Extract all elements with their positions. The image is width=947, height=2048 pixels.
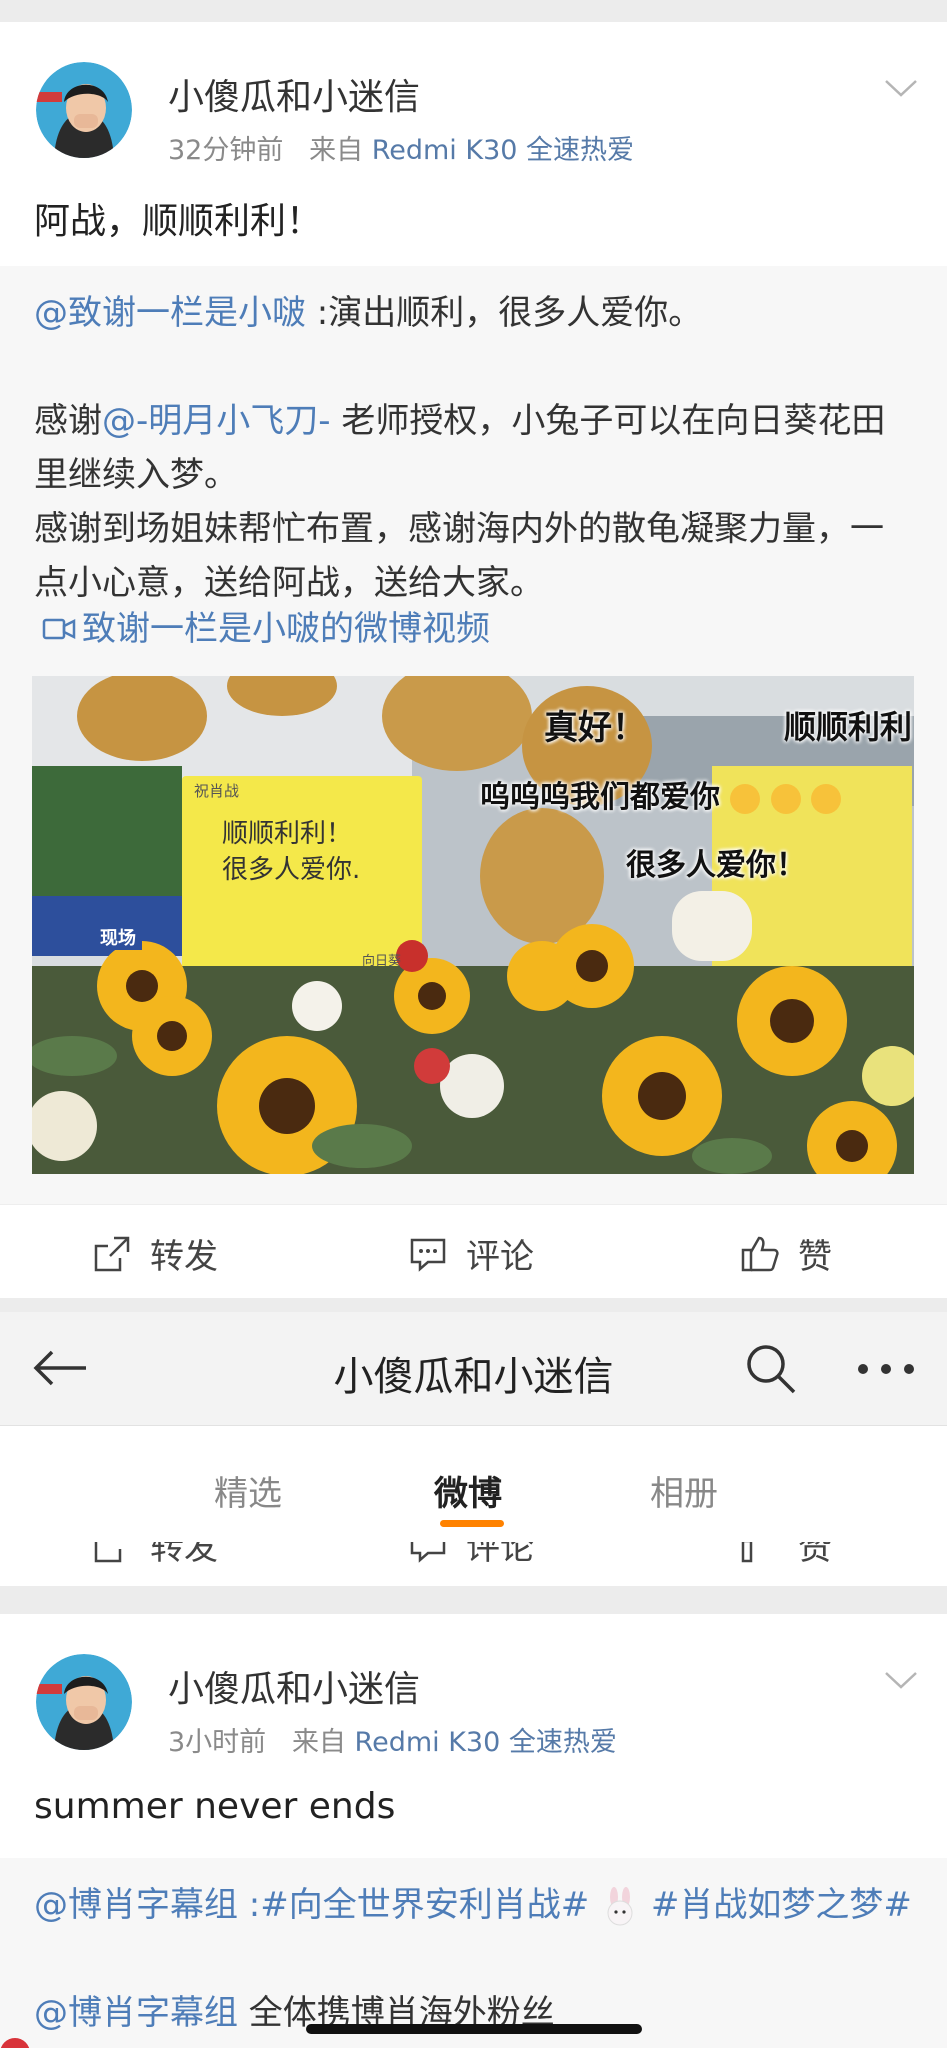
from-label: 来自 <box>309 135 364 166</box>
retweet-paragraph-2: 感谢@-明月小飞刀- 老师授权，小兔子可以在向日葵花田里继续入梦。 <box>34 394 914 502</box>
retweet-paragraph-3: 感谢到场姐妹帮忙布置，感谢海内外的散龟凝聚力量，一点小心意，送给阿战，送给大家。 <box>34 509 884 603</box>
sticker-text-1: 真好！ <box>544 708 646 748</box>
comment-label: 评论 <box>466 1237 534 1277</box>
peek-repost-label: 转发 <box>150 1542 218 1568</box>
search-icon[interactable] <box>744 1342 798 1396</box>
sticker-text-3: 呜呜呜我们都爱你 <box>480 772 842 816</box>
action-bar-1: 转发 评论 赞 <box>0 1204 947 1298</box>
post-time: 32分钟前 <box>168 135 284 166</box>
nav-bar: 小傻瓜和小迷信 <box>0 1312 947 1426</box>
mention-link[interactable]: @博肖字幕组 <box>34 1885 238 1925</box>
video-link[interactable]: 致谢一栏是小啵的微博视频 <box>42 602 490 656</box>
chevron-down-icon[interactable] <box>884 1670 918 1690</box>
hashtag-link[interactable]: :#向全世界安利肖战# <box>238 1885 600 1925</box>
bottom-fade <box>0 2036 947 2048</box>
peek-repost-button[interactable]: 转发 <box>92 1542 218 1569</box>
thumbs-up-icon <box>741 1542 753 1562</box>
post-text: summer never ends <box>34 1786 396 1827</box>
avatar[interactable] <box>36 1654 132 1750</box>
comment-icon <box>410 1238 446 1272</box>
mention-link-2[interactable]: @-明月小飞刀- <box>102 401 331 441</box>
peek-action-bar: 转发 评论 赞 <box>0 1542 947 1586</box>
thumbs-up-icon <box>741 1236 779 1271</box>
repost-button[interactable]: 转发 <box>92 1229 218 1278</box>
repost-icon <box>94 1236 130 1271</box>
retweet-block-1[interactable]: @致谢一栏是小啵 :演出顺利，很多人爱你。 感谢@-明月小飞刀- 老师授权，小兔… <box>0 266 947 1204</box>
post-time: 3小时前 <box>168 1727 267 1758</box>
video-thumbnail[interactable]: 现场 祝肖战 顺顺利利！ 很多人爱你. 向日葵 真好！ 顺顺利利 呜呜呜我们都爱… <box>32 676 914 1174</box>
author-name[interactable]: 小傻瓜和小迷信 <box>168 1660 420 1712</box>
post-meta: 32分钟前 来自 Redmi K30 全速热爱 <box>168 128 634 167</box>
retweet-block-2[interactable]: @博肖字幕组 :#向全世界安利肖战# #肖战如梦之梦# @博肖字幕组 全体携博肖… <box>0 1858 947 2048</box>
post-card-2[interactable]: 小傻瓜和小迷信 3小时前 来自 Redmi K30 全速热爱 summer ne… <box>0 1614 947 1858</box>
post-source[interactable]: Redmi K30 全速热爱 <box>372 135 634 166</box>
peek-like-button[interactable]: 赞 <box>740 1542 832 1569</box>
nav-title: 小傻瓜和小迷信 <box>333 1354 614 1400</box>
video-icon <box>42 618 76 640</box>
like-label: 赞 <box>798 1237 832 1277</box>
like-button[interactable]: 赞 <box>740 1229 832 1278</box>
peek-comment-button[interactable]: 评论 <box>408 1542 534 1569</box>
home-indicator[interactable] <box>306 2024 642 2034</box>
retweet-text: @博肖字幕组 :#向全世界安利肖战# #肖战如梦之梦# <box>34 1878 914 1932</box>
video-link-label[interactable]: 致谢一栏是小啵的微博视频 <box>82 602 490 656</box>
post-meta: 3小时前 来自 Redmi K30 全速热爱 <box>168 1720 617 1759</box>
tab-featured[interactable]: 精选 <box>214 1466 282 1515</box>
peek-like-label: 赞 <box>798 1542 832 1568</box>
post-text: 阿战，顺顺利利！ <box>34 201 323 242</box>
sign-message: 顺顺利利！ 很多人爱你. <box>222 816 360 888</box>
from-label: 来自 <box>291 1727 346 1758</box>
tab-album[interactable]: 相册 <box>650 1466 718 1515</box>
tab-weibo[interactable]: 微博 <box>434 1466 502 1515</box>
post-card-1[interactable]: 小傻瓜和小迷信 32分钟前 来自 Redmi K30 全速热爱 阿战，顺顺利利！ <box>0 22 947 266</box>
tab-indicator <box>440 1520 504 1527</box>
sticker-text-4: 很多人爱你！ <box>626 848 806 883</box>
author-name[interactable]: 小傻瓜和小迷信 <box>168 68 420 120</box>
more-icon[interactable] <box>856 1362 916 1376</box>
repost-label: 转发 <box>150 1237 218 1277</box>
chevron-down-icon[interactable] <box>884 78 918 98</box>
comment-icon <box>410 1542 446 1563</box>
hashtag-link-2[interactable]: #肖战如梦之梦# <box>651 1885 912 1925</box>
top-gap <box>0 0 947 22</box>
post-source[interactable]: Redmi K30 全速热爱 <box>355 1727 617 1758</box>
mention-link-2[interactable]: @博肖字幕组 <box>34 1993 238 2033</box>
mention-link[interactable]: @致谢一栏是小啵 <box>34 293 306 333</box>
sticker-text-3-label: 呜呜呜我们都爱你 <box>480 780 720 815</box>
thanks-prefix: 感谢 <box>34 401 102 441</box>
banner-text: 现场 <box>94 924 142 950</box>
next-line-peek <box>0 2038 30 2048</box>
rabbit-emoji-icon <box>600 1886 640 1927</box>
repost-icon <box>94 1542 122 1562</box>
sticker-text-2: 顺顺利利 <box>784 708 913 746</box>
retweet-line: :演出顺利，很多人爱你。 <box>306 293 703 333</box>
profile-tabs: 精选 微博 相册 <box>0 1426 947 1542</box>
sign-footer: 向日葵 <box>362 954 402 969</box>
avatar[interactable] <box>36 62 132 158</box>
sign-line-2: 很多人爱你. <box>222 855 361 885</box>
comment-button[interactable]: 评论 <box>408 1229 534 1278</box>
retweet-text: @致谢一栏是小啵 :演出顺利，很多人爱你。 <box>34 286 914 340</box>
peek-comment-label: 评论 <box>466 1542 534 1568</box>
sign-header: 祝肖战 <box>194 782 240 800</box>
sign-line-1: 顺顺利利！ <box>222 819 353 849</box>
